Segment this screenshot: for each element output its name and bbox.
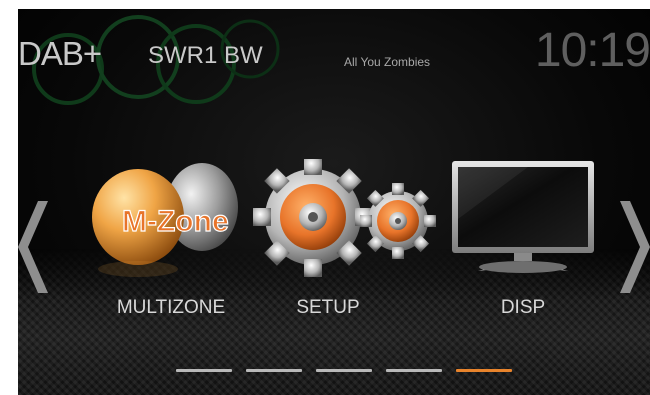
mzone-logo-text: M-Zone [122,205,229,238]
page-dot[interactable] [316,369,372,372]
track-title: All You Zombies [344,55,431,69]
menu-item-disp[interactable]: DISP [438,159,608,339]
multizone-icon: M-Zone [92,163,238,277]
page-dot[interactable] [246,369,302,372]
monitor-icon [452,161,594,273]
menu-item-label: SETUP [296,297,360,318]
page-dot[interactable] [386,369,442,372]
left-arrow-icon[interactable] [18,197,52,297]
page-indicator [176,369,512,372]
clock: 10:19 [534,24,650,77]
gears-icon [253,157,436,277]
home-screen: DAB+ SWR1 BW All You Zombies 10:19 M-Zon… [18,9,650,395]
menu-item-multizone[interactable]: M-Zone MULTIZONE [86,159,256,339]
page-dot[interactable] [176,369,232,372]
menu-item-setup[interactable]: SETUP [253,157,436,339]
source-label: DAB+ [18,35,102,72]
menu-item-label: DISP [500,297,546,318]
right-arrow-icon[interactable] [616,197,650,297]
station-name: SWR1 BW [148,42,263,69]
menu-item-label: MULTIZONE [116,297,226,318]
page-dot-active[interactable] [456,369,512,372]
